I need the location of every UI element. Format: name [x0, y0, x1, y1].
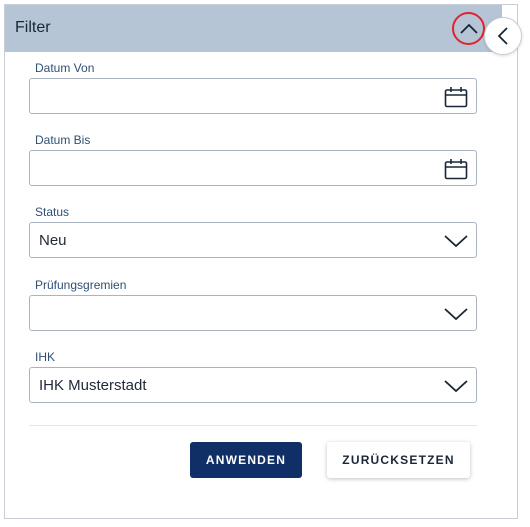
datum-bis-label: Datum Bis	[35, 133, 91, 147]
pruefungsgremien-label: Prüfungsgremien	[35, 278, 127, 292]
collapse-button[interactable]	[452, 12, 485, 45]
chevron-down-icon	[444, 303, 468, 325]
actions-divider	[29, 425, 477, 426]
chevron-down-icon	[444, 230, 468, 252]
apply-button[interactable]: ANWENDEN	[190, 442, 302, 478]
ihk-label: IHK	[35, 350, 56, 364]
chevron-left-icon	[497, 27, 508, 45]
side-toggle-button[interactable]	[484, 17, 522, 55]
datum-bis-field[interactable]	[29, 150, 477, 186]
filter-title: Filter	[15, 19, 51, 36]
status-select[interactable]: Neu	[29, 222, 477, 258]
ihk-select[interactable]: IHK Musterstadt	[29, 367, 477, 403]
chevron-down-icon	[444, 375, 468, 397]
datum-von-label: Datum Von	[35, 61, 95, 75]
datum-von-field[interactable]	[29, 78, 477, 114]
status-label: Status	[35, 205, 70, 219]
calendar-icon[interactable]	[444, 86, 468, 108]
filter-header[interactable]: Filter	[5, 5, 502, 52]
reset-button[interactable]: ZURÜCKSETZEN	[327, 442, 470, 478]
pruefungsgremien-select[interactable]	[29, 295, 477, 331]
calendar-icon[interactable]	[444, 158, 468, 180]
chevron-up-icon	[459, 23, 478, 34]
ihk-value: IHK Musterstadt	[39, 377, 147, 394]
status-value: Neu	[39, 232, 67, 249]
